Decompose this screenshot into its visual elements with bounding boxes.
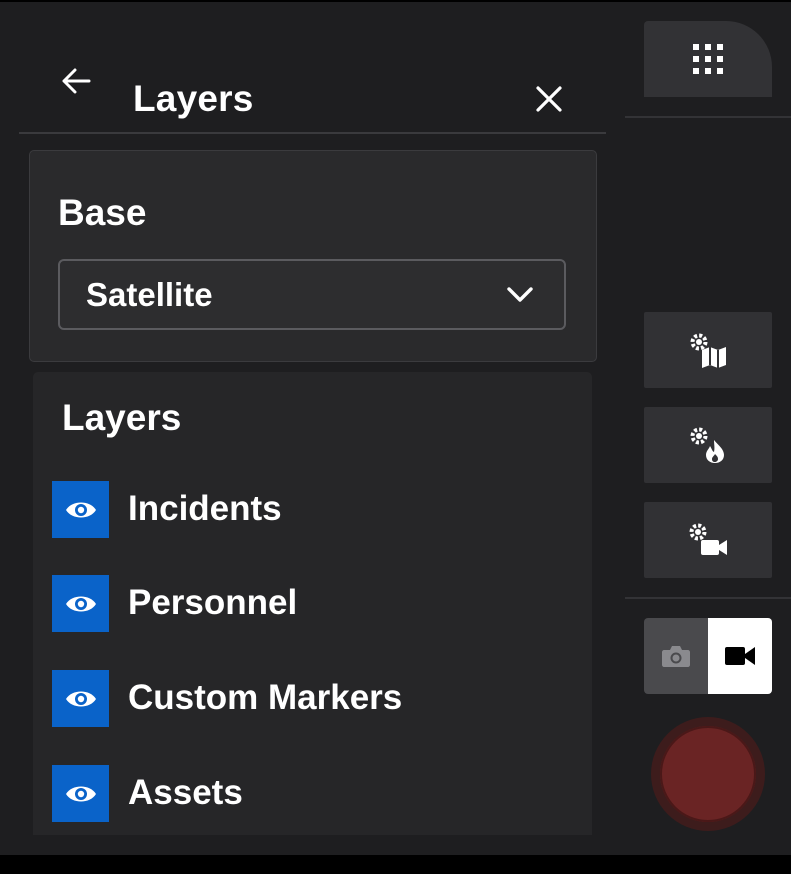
base-card: Base Satellite xyxy=(29,150,597,362)
toolbar-divider xyxy=(625,597,791,599)
eye-icon xyxy=(65,786,96,801)
layer-row-incidents[interactable]: Incidents xyxy=(52,481,572,538)
grid-icon xyxy=(693,44,723,74)
visibility-toggle[interactable] xyxy=(52,765,109,822)
eye-icon xyxy=(65,502,96,517)
back-button[interactable] xyxy=(58,63,94,99)
layers-heading: Layers xyxy=(62,397,182,438)
header-divider xyxy=(19,132,606,134)
camera-icon xyxy=(662,646,690,667)
layer-label: Incidents xyxy=(128,489,282,528)
top-edge xyxy=(0,0,791,2)
map-settings-button[interactable] xyxy=(644,312,772,388)
visibility-toggle[interactable] xyxy=(52,670,109,727)
layer-label: Personnel xyxy=(128,583,298,622)
map-settings-icon xyxy=(690,333,726,368)
layers-card: Layers Incidents Personnel Custom Marker… xyxy=(33,372,592,835)
capture-mode-toggle xyxy=(644,618,772,694)
base-heading: Base xyxy=(58,192,147,233)
visibility-toggle[interactable] xyxy=(52,575,109,632)
layer-row-personnel[interactable]: Personnel xyxy=(52,575,572,632)
bottom-bar xyxy=(0,855,791,874)
photo-mode-button[interactable] xyxy=(644,618,708,694)
eye-icon xyxy=(65,691,96,706)
camera-settings-button[interactable] xyxy=(644,502,772,578)
layer-row-assets[interactable]: Assets xyxy=(52,765,572,822)
arrow-left-icon xyxy=(62,68,91,94)
chevron-down-icon xyxy=(507,287,533,302)
apps-menu-button[interactable] xyxy=(644,21,772,97)
base-select-value: Satellite xyxy=(86,276,213,313)
base-map-select[interactable]: Satellite xyxy=(58,259,566,330)
eye-icon xyxy=(65,596,96,611)
record-button[interactable] xyxy=(651,717,765,831)
layer-row-custom-markers[interactable]: Custom Markers xyxy=(52,670,572,727)
visibility-toggle[interactable] xyxy=(52,481,109,538)
camera-settings-icon xyxy=(689,523,727,555)
fire-settings-button[interactable] xyxy=(644,407,772,483)
layer-label: Assets xyxy=(128,773,243,812)
video-camera-icon xyxy=(725,647,755,665)
layer-label: Custom Markers xyxy=(128,678,403,717)
toolbar-divider xyxy=(625,116,791,118)
panel-title: Layers xyxy=(133,78,254,119)
close-icon xyxy=(536,86,562,112)
fire-settings-icon xyxy=(690,427,724,463)
close-button[interactable] xyxy=(530,80,568,118)
record-icon xyxy=(660,726,756,822)
panel-header: Layers xyxy=(0,20,606,134)
video-mode-button[interactable] xyxy=(708,618,772,694)
